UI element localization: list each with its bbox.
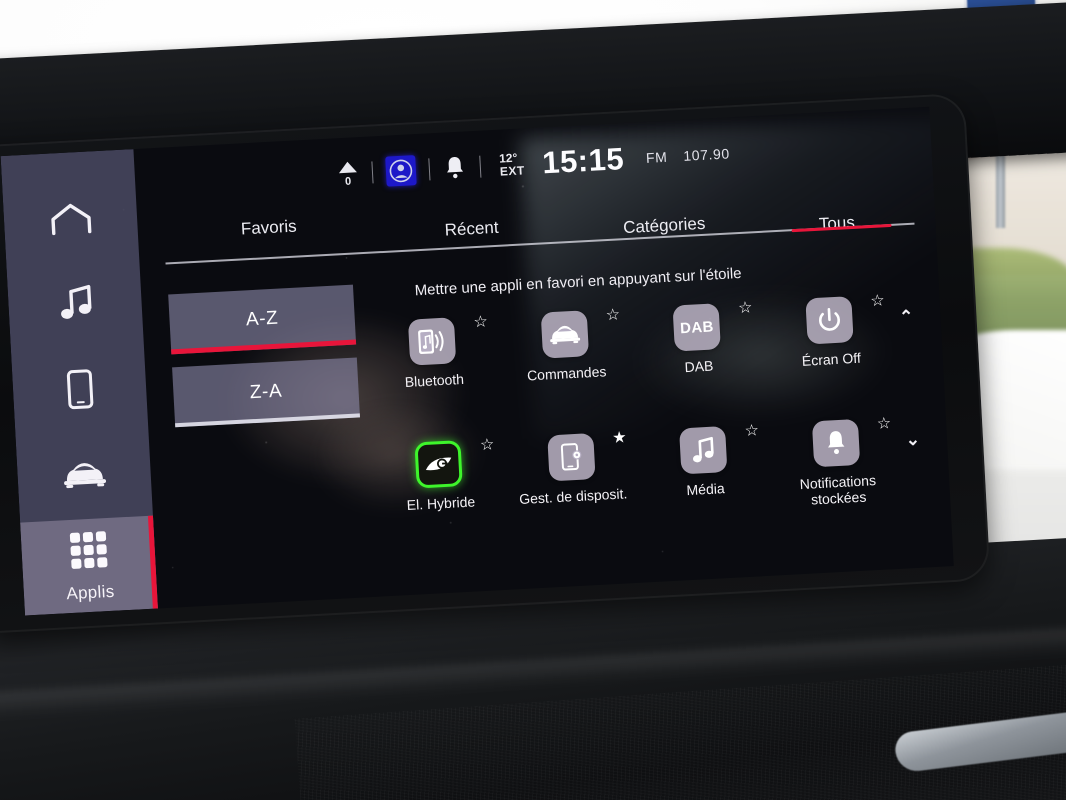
bell-icon [811, 418, 860, 467]
favorite-star[interactable]: ☆ [603, 306, 622, 325]
sidebar-item-phone[interactable] [11, 345, 148, 437]
app-label: Gest. de disposit. [518, 484, 628, 507]
app-item-media[interactable]: ☆ Média [636, 422, 775, 552]
favorite-star[interactable]: ☆ [478, 436, 497, 455]
antenna-value: 0 [344, 175, 352, 188]
sort-controls: A-Z Z-A [168, 284, 365, 440]
radio-frequency: 107.90 [682, 145, 731, 164]
favorite-star[interactable]: ☆ [736, 299, 755, 318]
favorite-star[interactable]: ☆ [875, 415, 894, 434]
music-note-icon [679, 425, 728, 474]
app-label: Bluetooth [404, 370, 465, 390]
favorite-hint: Mettre une appli en favori en appuyant s… [414, 264, 742, 300]
sidebar: Applis [0, 149, 158, 616]
sidebar-item-vehicle[interactable] [16, 430, 153, 522]
app-label: Notifications stockées [799, 471, 877, 508]
app-item-gestion-dispositifs[interactable]: ★ Gest. de disposit. [504, 429, 643, 559]
scroll-up-chevron[interactable]: ⌃ [899, 307, 914, 328]
car-icon [59, 457, 109, 497]
dab-tile-text: DAB [679, 317, 715, 337]
app-item-notifications-stockees[interactable]: ☆ Notifications stockées ⌄ [768, 415, 920, 545]
hybrid-leaf-icon [414, 439, 464, 488]
tab-label: Récent [444, 217, 500, 240]
favorite-star[interactable]: ★ [610, 429, 629, 448]
exterior-temperature: 12° EXT [499, 151, 526, 179]
temperature-label: EXT [499, 163, 526, 179]
app-item-el-hybride[interactable]: ☆ El. Hybride [371, 436, 510, 566]
status-divider [478, 155, 482, 178]
app-item-commandes[interactable]: ☆ Commandes [497, 306, 636, 437]
radio-band: FM [645, 148, 668, 166]
app-label: DAB [684, 357, 714, 376]
sidebar-item-applis[interactable]: Applis [20, 515, 158, 616]
sidebar-item-home[interactable] [2, 175, 139, 267]
status-divider [371, 161, 374, 184]
app-item-bluetooth[interactable]: ☆ Bluetooth [365, 313, 504, 444]
apps-grid-icon [66, 527, 110, 576]
car-front-icon [540, 310, 589, 359]
dab-text-icon: DAB [672, 303, 722, 352]
app-grid: ☆ Bluetooth ☆ Commandes DAB ☆ DAB ☆ Écra… [365, 292, 920, 567]
music-note-icon [54, 284, 96, 329]
phone-gear-icon [546, 432, 596, 481]
app-label: El. Hybride [406, 492, 476, 513]
app-label: Écran Off [801, 349, 862, 369]
tab-recent[interactable]: Récent [373, 202, 569, 244]
sort-button-za[interactable]: Z-A [172, 357, 360, 428]
infotainment-screen[interactable]: Applis 0 12° EXT 15:15 FM 107.90 Favoris… [0, 106, 954, 616]
sort-label: Z-A [249, 380, 283, 404]
scroll-down-chevron[interactable]: ⌄ [905, 429, 920, 450]
user-profile-icon[interactable] [384, 155, 417, 187]
display-bezel: Applis 0 12° EXT 15:15 FM 107.90 Favoris… [0, 92, 991, 634]
sidebar-item-label: Applis [65, 581, 115, 603]
sort-button-az[interactable]: A-Z [168, 284, 357, 355]
radio-status[interactable]: FM 107.90 [646, 145, 731, 165]
bell-icon[interactable] [442, 154, 467, 181]
favorite-star[interactable]: ☆ [471, 313, 490, 332]
app-item-ecran-off[interactable]: ☆ Écran Off ⌃ [762, 292, 913, 423]
clock: 15:15 [541, 141, 625, 181]
sidebar-item-audio[interactable] [7, 260, 144, 352]
power-icon [805, 296, 854, 345]
app-label: Commandes [526, 363, 607, 384]
phone-music-waves-icon [408, 317, 457, 366]
home-icon [47, 200, 95, 241]
app-item-dab[interactable]: DAB ☆ DAB [630, 299, 769, 430]
sort-label: A-Z [245, 307, 279, 331]
status-divider [428, 158, 431, 181]
antenna-signal-icon: 0 [336, 160, 359, 188]
favorite-star[interactable]: ☆ [742, 422, 761, 441]
favorite-star[interactable]: ☆ [868, 292, 887, 311]
app-label: Média [686, 479, 725, 498]
phone-icon [63, 367, 95, 416]
